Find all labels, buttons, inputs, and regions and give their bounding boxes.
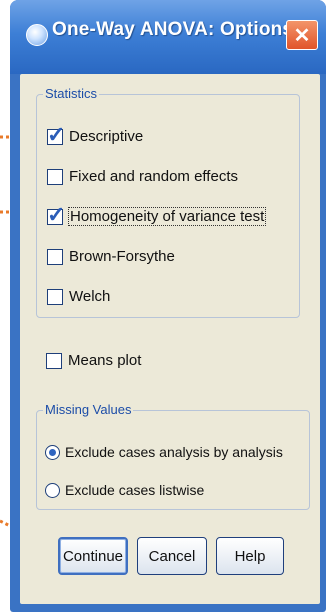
options-dialog: One-Way ANOVA: Options ✕ Statistics ✓ De… [10, 0, 326, 612]
checkmark-icon: ✓ [47, 201, 66, 227]
missing-values-group: Missing Values Exclude cases analysis by… [36, 402, 310, 510]
radio-selected-dot [49, 448, 56, 456]
statistics-group-label: Statistics [43, 86, 100, 101]
fixed-random-effects-label: Fixed and random effects [69, 168, 238, 185]
exclude-listwise-label: Exclude cases listwise [65, 482, 205, 498]
title-bar[interactable]: One-Way ANOVA: Options ✕ [10, 0, 326, 74]
close-button[interactable]: ✕ [286, 20, 318, 50]
descriptive-label: Descriptive [69, 128, 144, 145]
descriptive-checkbox[interactable]: ✓ [47, 123, 65, 145]
homogeneity-option[interactable]: ✓ Homogeneity of variance test [47, 203, 267, 226]
checkmark-icon: ✓ [47, 121, 66, 147]
welch-checkbox[interactable] [47, 288, 63, 305]
window-title: One-Way ANOVA: Options [52, 19, 294, 40]
help-button[interactable]: Help [216, 537, 284, 575]
exclude-analysis-label: Exclude cases analysis by analysis [65, 444, 283, 460]
fixed-random-effects-option[interactable]: Fixed and random effects [47, 168, 238, 185]
welch-option[interactable]: Welch [47, 288, 110, 305]
close-icon: ✕ [293, 24, 311, 47]
exclude-analysis-radio[interactable] [45, 444, 60, 460]
descriptive-option[interactable]: ✓ Descriptive [47, 123, 144, 145]
brown-forsythe-checkbox[interactable] [47, 248, 63, 265]
continue-button[interactable]: Continue [58, 537, 128, 575]
cancel-button[interactable]: Cancel [137, 537, 207, 575]
homogeneity-checkbox[interactable]: ✓ [47, 203, 65, 225]
exclude-listwise-option[interactable]: Exclude cases listwise [45, 482, 204, 498]
exclude-listwise-radio[interactable] [45, 482, 60, 498]
missing-values-group-label: Missing Values [43, 402, 134, 417]
dialog-body: Statistics ✓ Descriptive Fixed and rando… [20, 74, 320, 604]
means-plot-label: Means plot [68, 352, 142, 369]
app-icon [26, 24, 48, 46]
continue-button-label: Continue [62, 547, 124, 565]
welch-label: Welch [69, 288, 111, 305]
fixed-random-effects-checkbox[interactable] [47, 168, 63, 185]
cancel-button-label: Cancel [148, 547, 196, 565]
statistics-group: Statistics ✓ Descriptive Fixed and rando… [36, 86, 300, 318]
means-plot-checkbox[interactable] [46, 352, 62, 369]
exclude-analysis-option[interactable]: Exclude cases analysis by analysis [45, 444, 283, 460]
homogeneity-label: Homogeneity of variance test [67, 207, 267, 226]
means-plot-option[interactable]: Means plot [46, 352, 141, 369]
brown-forsythe-label: Brown-Forsythe [69, 248, 175, 265]
brown-forsythe-option[interactable]: Brown-Forsythe [47, 248, 175, 265]
help-button-label: Help [234, 547, 266, 565]
